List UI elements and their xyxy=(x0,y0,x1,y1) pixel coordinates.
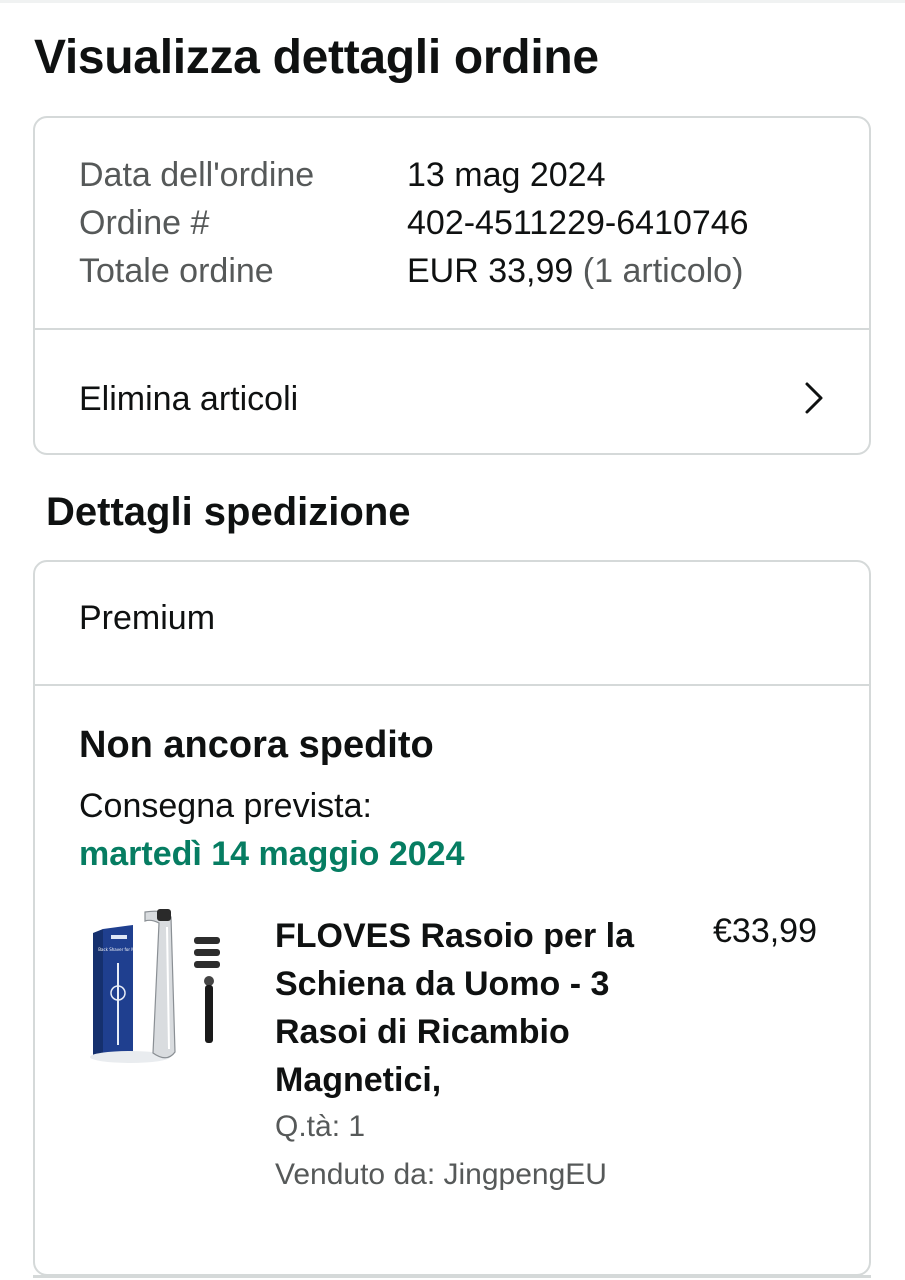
top-divider xyxy=(0,0,905,3)
order-date-label: Data dell'ordine xyxy=(79,156,315,194)
remove-items-label: Elimina articoli xyxy=(79,380,299,418)
product-quantity: Q.tà: 1 xyxy=(275,1110,366,1143)
order-total-value: EUR 33,99 xyxy=(407,252,574,290)
order-number-value: 402-4511229-6410746 xyxy=(407,204,749,242)
order-date-value: 13 mag 2024 xyxy=(407,156,606,194)
shipment-status: Non ancora spedito xyxy=(79,724,434,766)
delivery-estimate-date: martedì 14 maggio 2024 xyxy=(79,835,465,873)
remove-items-link[interactable]: Elimina articoli xyxy=(35,330,869,453)
order-total-value-group: EUR 33,99 (1 articolo) xyxy=(407,252,743,291)
delivery-estimate-label: Consegna prevista: xyxy=(79,787,372,825)
bottom-divider xyxy=(33,1275,871,1278)
order-item-count: (1 articolo) xyxy=(582,252,744,290)
chevron-right-icon xyxy=(805,382,823,414)
order-summary-card: Data dell'ordine 13 mag 2024 Ordine # 40… xyxy=(33,116,871,455)
page-title: Visualizza dettagli ordine xyxy=(34,31,599,84)
order-number-label: Ordine # xyxy=(79,204,210,242)
product-title-link[interactable]: FLOVES Rasoio per la Schiena da Uomo - 3… xyxy=(275,912,645,1104)
shipment-divider xyxy=(35,684,869,686)
product-seller: Venduto da: JingpengEU xyxy=(275,1158,607,1191)
shipment-card: Premium Non ancora spedito Consegna prev… xyxy=(33,560,871,1276)
product-price: €33,99 xyxy=(713,912,817,950)
package-label: Back Shaver for Men xyxy=(98,947,140,952)
back-shaver-product-image[interactable]: Back Shaver for Men xyxy=(75,907,235,1072)
shipping-section-title: Dettagli spedizione xyxy=(46,490,411,534)
order-summary: Data dell'ordine 13 mag 2024 Ordine # 40… xyxy=(35,118,869,328)
order-total-label: Totale ordine xyxy=(79,252,274,290)
shipping-method: Premium xyxy=(79,599,216,637)
